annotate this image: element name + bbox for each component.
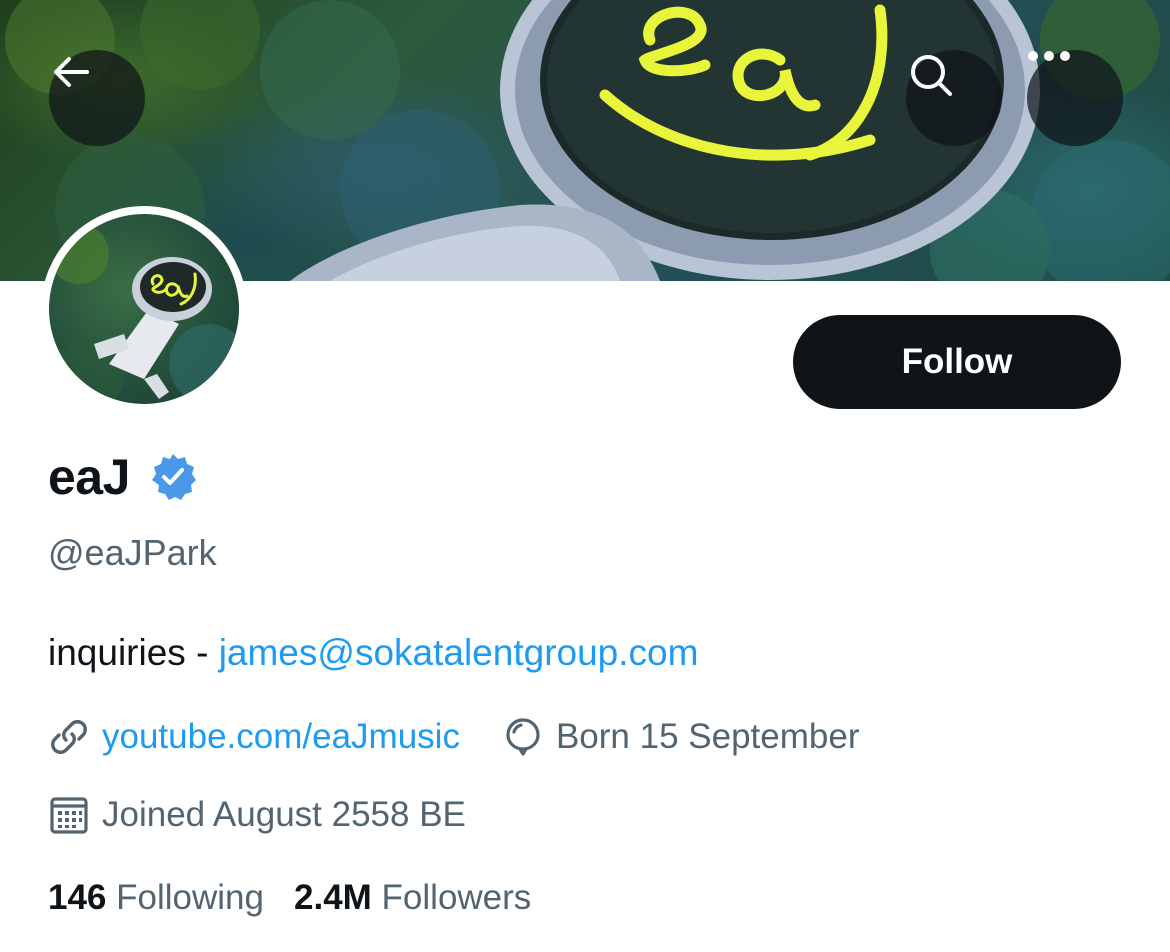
followers-label: Followers	[381, 878, 532, 917]
more-options-button[interactable]	[1027, 50, 1123, 146]
joined-row: Joined August 2558 BE	[48, 794, 466, 836]
more-horizontal-icon	[1028, 51, 1070, 61]
search-icon	[911, 55, 952, 96]
link-icon	[51, 720, 87, 754]
name-row: eaJ	[48, 448, 198, 506]
following-label: Following	[116, 878, 264, 917]
joined-text: Joined August 2558 BE	[102, 795, 466, 834]
verified-badge-icon	[151, 454, 196, 500]
joined-item: Joined August 2558 BE	[48, 794, 466, 836]
bio-text: inquiries -	[48, 632, 219, 673]
arrow-left-icon	[54, 57, 89, 87]
calendar-icon	[50, 797, 88, 834]
website-link[interactable]: youtube.com/eaJmusic	[102, 717, 460, 757]
username-handle: @eaJPark	[48, 532, 217, 573]
bio-email-link[interactable]: james@sokatalentgroup.com	[219, 632, 699, 673]
followers-link[interactable]: 2.4M Followers	[294, 878, 531, 918]
birthday-item: Born 15 September	[502, 716, 860, 758]
avatar[interactable]	[41, 206, 247, 412]
display-name: eaJ	[48, 449, 130, 505]
avatar-image	[49, 214, 239, 404]
profile-meta-row: youtube.com/eaJmusic Born 15 September	[48, 716, 859, 758]
birthday-text: Born 15 September	[555, 717, 860, 756]
search-button[interactable]	[906, 50, 1002, 146]
follow-button[interactable]: Follow	[793, 315, 1121, 409]
follow-counts: 146 Following 2.4M Followers	[48, 878, 531, 918]
following-count: 146	[48, 878, 107, 917]
back-button[interactable]	[49, 50, 145, 146]
bio: inquiries - james@sokatalentgroup.com	[48, 632, 698, 674]
balloon-icon	[506, 718, 540, 756]
followers-count: 2.4M	[294, 878, 372, 917]
website-item[interactable]: youtube.com/eaJmusic	[48, 716, 460, 758]
following-link[interactable]: 146 Following	[48, 878, 264, 918]
